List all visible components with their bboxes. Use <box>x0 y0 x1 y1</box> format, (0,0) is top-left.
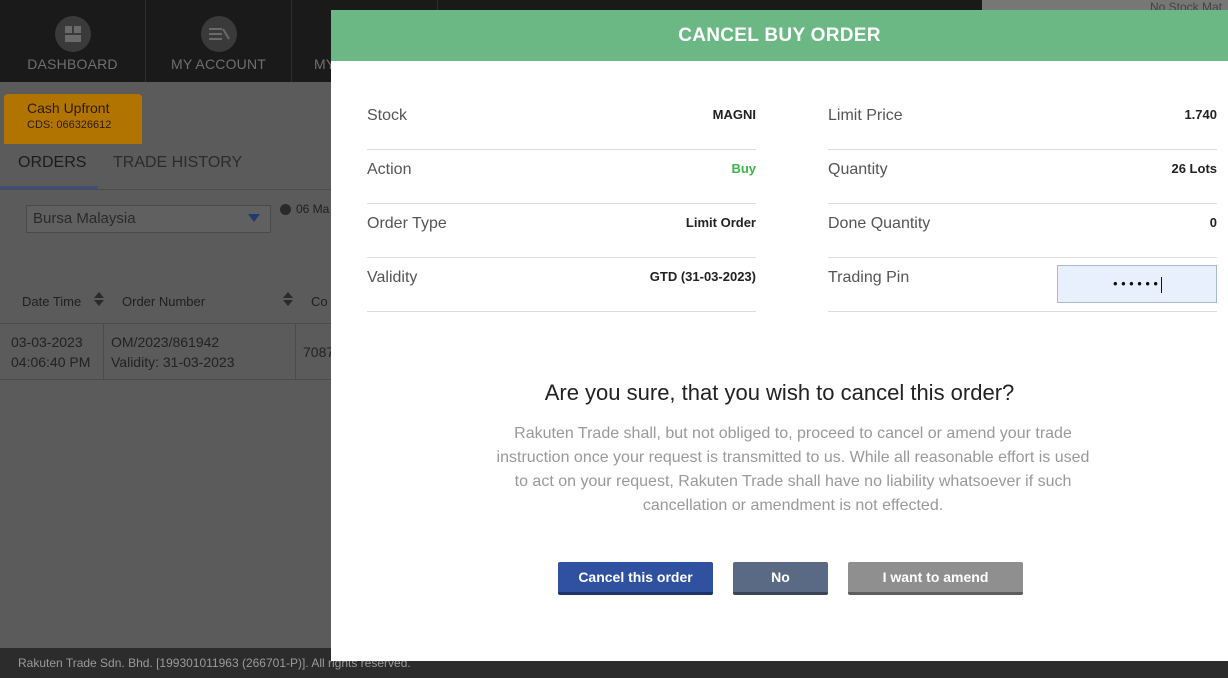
active-tab-indicator <box>0 186 98 189</box>
confirmation-question: Are you sure, that you wish to cancel th… <box>544 380 1015 405</box>
exchange-select[interactable]: Bursa Malaysia <box>26 205 271 233</box>
column-divider <box>295 324 296 380</box>
detail-row-order-type: Order Type Limit Order <box>367 204 756 258</box>
orders-tabs: ORDERS TRADE HISTORY <box>0 144 332 190</box>
detail-label: Trading Pin <box>828 269 910 286</box>
table-row[interactable]: 03-03-2023 04:06:40 PM OM/2023/861942 Va… <box>0 324 335 380</box>
row-date-time: 03-03-2023 04:06:40 PM <box>11 332 90 372</box>
detail-label: Done Quantity <box>828 215 931 232</box>
detail-row-done-quantity: Done Quantity 0 <box>828 204 1217 258</box>
detail-value-done-quantity: 0 <box>1209 215 1217 230</box>
orders-table-header: Date Time Order Number Co <box>0 278 332 324</box>
dialog-title: CANCEL BUY ORDER <box>331 10 1228 61</box>
detail-label: Stock <box>367 107 408 124</box>
sort-icon[interactable] <box>94 292 104 306</box>
account-icon <box>200 16 237 52</box>
row-date: 03-03-2023 <box>11 334 83 350</box>
detail-label: Quantity <box>828 161 888 178</box>
account-cds-number: CDS: 066326612 <box>27 119 112 131</box>
detail-value-validity: GTD (31-03-2023) <box>649 269 756 284</box>
chevron-down-icon <box>248 214 260 222</box>
nav-my-account[interactable]: MY ACCOUNT <box>146 0 292 82</box>
detail-row-limit-price: Limit Price 1.740 <box>828 96 1217 150</box>
row-order-number: OM/2023/861942 <box>111 334 220 350</box>
detail-row-quantity: Quantity 26 Lots <box>828 150 1217 204</box>
amend-order-button[interactable]: I want to amend <box>848 562 1023 595</box>
disclaimer-text: Rakuten Trade shall, but not obliged to,… <box>496 425 1090 514</box>
detail-label: Order Type <box>367 215 447 232</box>
nav-my-account-label: MY ACCOUNT <box>170 56 267 72</box>
trading-pin-masked: •••••• <box>1111 277 1161 292</box>
tab-trade-history[interactable]: TRADE HISTORY <box>113 154 242 172</box>
no-button[interactable]: No <box>733 562 828 595</box>
text-caret <box>1161 277 1163 293</box>
detail-value-order-type: Limit Order <box>685 215 756 230</box>
detail-row-trading-pin: Trading Pin •••••• <box>828 258 1217 312</box>
detail-label: Validity <box>367 269 418 286</box>
detail-value-action: Buy <box>731 161 756 176</box>
nav-dashboard[interactable]: DASHBOARD <box>0 0 146 82</box>
detail-label: Limit Price <box>828 107 903 124</box>
order-details-left: Stock MAGNI Action Buy Order Type Limit … <box>367 96 756 312</box>
row-validity: Validity: 31-03-2023 <box>111 354 235 370</box>
tab-orders[interactable]: ORDERS <box>18 154 86 172</box>
detail-row-stock: Stock MAGNI <box>367 96 756 150</box>
header-date-time[interactable]: Date Time <box>22 294 81 309</box>
order-details-right: Limit Price 1.740 Quantity 26 Lots Done … <box>828 96 1217 312</box>
date-filter[interactable]: 06 Ma <box>280 202 329 216</box>
clock-icon <box>280 203 291 215</box>
detail-label: Action <box>367 161 412 178</box>
nav-dashboard-label: DASHBOARD <box>27 56 118 72</box>
exchange-select-value: Bursa Malaysia <box>33 210 136 227</box>
detail-row-action: Action Buy <box>367 150 756 204</box>
date-filter-value: 06 Ma <box>296 202 330 216</box>
header-code[interactable]: Co <box>311 294 328 309</box>
detail-row-validity: Validity GTD (31-03-2023) <box>367 258 756 312</box>
detail-value-stock: MAGNI <box>712 107 756 122</box>
cancel-order-dialog: CANCEL BUY ORDER Stock MAGNI Action Buy … <box>331 10 1228 661</box>
dashboard-icon <box>54 16 91 52</box>
row-time: 04:06:40 PM <box>11 354 91 370</box>
header-order-number[interactable]: Order Number <box>122 294 205 309</box>
column-divider <box>103 324 104 380</box>
account-type-title: Cash Upfront <box>27 100 110 116</box>
account-type-badge[interactable]: Cash Upfront CDS: 066326612 <box>4 94 142 144</box>
row-order: OM/2023/861942 Validity: 31-03-2023 <box>111 332 234 372</box>
detail-value-quantity: 26 Lots <box>1171 161 1217 176</box>
cancel-order-button[interactable]: Cancel this order <box>558 562 713 595</box>
detail-value-limit-price: 1.740 <box>1184 107 1217 122</box>
sort-icon[interactable] <box>283 292 293 306</box>
row-code: 7087 <box>303 344 335 360</box>
trading-pin-input[interactable]: •••••• <box>1057 265 1217 303</box>
